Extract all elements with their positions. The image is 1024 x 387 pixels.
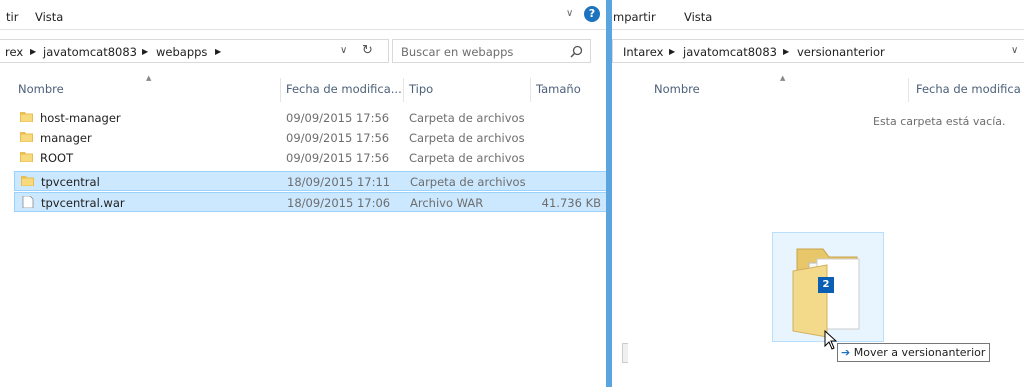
- explorer-window-webapps: tir Vista ∨ ? rex ▶ javatomcat8083 ▶ web…: [0, 0, 606, 387]
- breadcrumb-item[interactable]: webapps: [156, 45, 207, 59]
- column-header: Nombre ▲ Fecha de modifica... Tipo Tamañ…: [0, 74, 606, 102]
- help-icon[interactable]: ?: [584, 6, 600, 22]
- breadcrumb-separator-icon: ▶: [30, 47, 37, 56]
- ribbon-tabs: mpartir Vista: [612, 0, 1024, 30]
- column-date-header[interactable]: Fecha de modifica...: [286, 82, 402, 96]
- file-icon: [22, 196, 34, 208]
- file-name: tpvcentral.war: [41, 196, 125, 210]
- file-row[interactable]: ROOT 09/09/2015 17:56 Carpeta de archivos: [14, 148, 606, 168]
- breadcrumb-item[interactable]: rex: [5, 45, 23, 59]
- address-bar[interactable]: Intarex ▶ javatomcat8083 ▶ versionanteri…: [612, 39, 1024, 63]
- file-name: tpvcentral: [41, 175, 100, 189]
- drag-tooltip-text: Mover a versionanterior: [853, 346, 986, 359]
- ribbon-tabs: tir Vista ∨ ?: [0, 0, 606, 30]
- file-date: 09/09/2015 17:56: [286, 131, 390, 145]
- tab-share[interactable]: mpartir: [613, 10, 656, 24]
- breadcrumb-separator-icon: ▶: [669, 47, 676, 56]
- search-input[interactable]: Buscar en webapps: [401, 45, 513, 59]
- file-type: Carpeta de archivos: [410, 175, 526, 189]
- scrollbar-stub: [622, 343, 628, 363]
- tab-view[interactable]: Vista: [684, 10, 712, 24]
- sort-ascending-icon: ▲: [146, 74, 152, 82]
- tab-view[interactable]: Vista: [35, 10, 63, 24]
- file-type: Carpeta de archivos: [409, 111, 525, 125]
- file-row[interactable]: tpvcentral 18/09/2015 17:11 Carpeta de arc…: [14, 171, 606, 191]
- file-date: 18/09/2015 17:06: [287, 196, 391, 210]
- file-name: host-manager: [40, 111, 121, 125]
- column-type-header[interactable]: Tipo: [409, 82, 433, 96]
- breadcrumb-separator-icon: ▶: [783, 47, 790, 56]
- drag-count-badge: 2: [818, 277, 834, 293]
- breadcrumb-separator-icon: ▶: [142, 47, 149, 56]
- mouse-cursor-icon: [824, 330, 838, 350]
- column-size-header[interactable]: Tamaño: [536, 82, 581, 96]
- folder-icon: [21, 176, 34, 186]
- breadcrumb-item[interactable]: versionanterior: [797, 45, 885, 59]
- file-date: 09/09/2015 17:56: [286, 111, 390, 125]
- ribbon-expand-chevron-icon[interactable]: ∨: [566, 8, 573, 19]
- folder-icon: [20, 112, 33, 122]
- file-type: Carpeta de archivos: [409, 131, 525, 145]
- breadcrumb-item[interactable]: Intarex: [623, 45, 663, 59]
- file-row[interactable]: host-manager 09/09/2015 17:56 Carpeta de a…: [14, 108, 606, 128]
- folder-icon: [20, 132, 33, 142]
- history-dropdown-icon[interactable]: ∨: [340, 45, 347, 56]
- file-date: 09/09/2015 17:56: [286, 151, 390, 165]
- sort-ascending-icon: ▲: [780, 74, 786, 82]
- breadcrumb-item[interactable]: javatomcat8083: [683, 45, 777, 59]
- history-dropdown-icon[interactable]: ∨: [1011, 45, 1018, 56]
- drag-preview: 2: [772, 232, 884, 342]
- file-type: Archivo WAR: [410, 196, 484, 210]
- file-name: ROOT: [40, 151, 74, 165]
- column-header: Nombre ▲ Fecha de modifica: [612, 74, 1024, 102]
- column-date-header[interactable]: Fecha de modifica: [916, 82, 1021, 96]
- file-row[interactable]: manager 09/09/2015 17:56 Carpeta de archiv…: [14, 128, 606, 148]
- search-icon[interactable]: [570, 45, 583, 58]
- file-row[interactable]: tpvcentral.war 18/09/2015 17:06 Archivo WA…: [14, 192, 606, 212]
- breadcrumb-item[interactable]: javatomcat8083: [43, 45, 137, 59]
- move-arrow-icon: ➔: [841, 346, 851, 359]
- file-type: Carpeta de archivos: [409, 151, 525, 165]
- address-bar[interactable]: rex ▶ javatomcat8083 ▶ webapps ▶ ∨ ↻: [0, 39, 389, 63]
- breadcrumb-separator-icon: ▶: [215, 47, 222, 56]
- file-date: 18/09/2015 17:11: [287, 175, 391, 189]
- refresh-icon[interactable]: ↻: [362, 43, 373, 58]
- file-size: 41.736 KB: [541, 196, 601, 210]
- drag-tooltip: ➔ Mover a versionanterior: [837, 343, 991, 362]
- folder-icon: [20, 152, 33, 162]
- search-box[interactable]: Buscar en webapps: [392, 39, 591, 63]
- column-name-header[interactable]: Nombre: [654, 82, 700, 96]
- tab-share[interactable]: tir: [6, 10, 18, 24]
- empty-folder-message: Esta carpeta está vacía.: [873, 115, 1006, 128]
- column-name-header[interactable]: Nombre: [18, 82, 64, 96]
- file-name: manager: [40, 131, 92, 145]
